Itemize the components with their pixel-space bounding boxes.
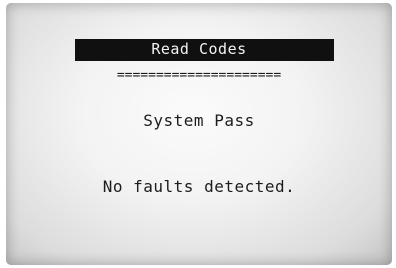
lcd-screen: Read Codes ===================== System …	[6, 3, 392, 265]
screen-title: Read Codes	[151, 40, 247, 58]
separator-line: =====================	[116, 68, 282, 83]
status-text: System Pass	[143, 111, 255, 130]
result-message: No faults detected.	[102, 177, 296, 196]
